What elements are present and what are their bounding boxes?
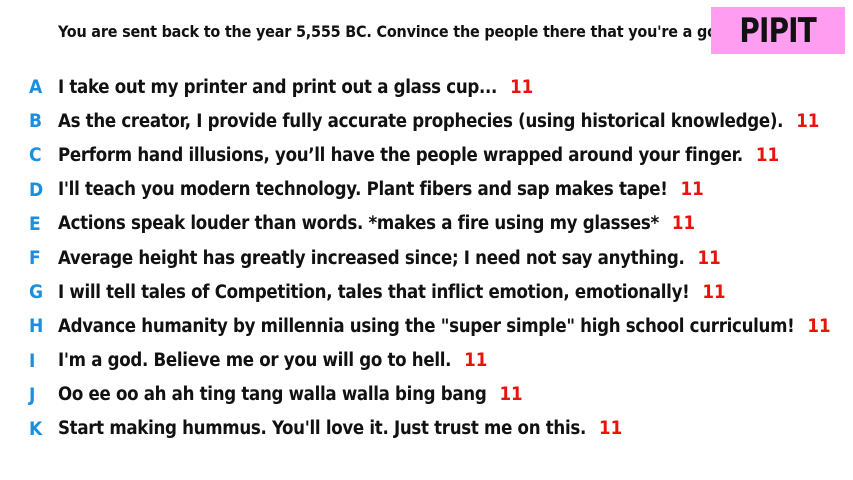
prompt-text: You are sent back to the year 5,555 BC. …: [58, 22, 733, 41]
vote-count: 11: [755, 144, 780, 166]
answer-letter: K: [29, 417, 43, 440]
answer-item-k: K Start making hummus. You'll love it. J…: [0, 412, 853, 446]
answer-text: Average height has greatly increased sin…: [58, 247, 685, 269]
answer-text: I take out my printer and print out a gl…: [58, 76, 498, 98]
answer-letter: D: [29, 178, 44, 201]
answer-item-g: G I will tell tales of Competition, tale…: [0, 275, 853, 309]
answer-letter: I: [29, 349, 36, 372]
answer-item-d: D I'll teach you modern technology. Plan…: [0, 173, 853, 207]
pipit-badge: PIPIT: [711, 7, 845, 54]
answer-letter: A: [29, 76, 43, 99]
vote-count: 11: [671, 213, 696, 235]
answer-item-i: I I'm a god. Believe me or you will go t…: [0, 344, 853, 378]
badge-label: PIPIT: [739, 10, 817, 51]
answer-text: Actions speak louder than words. *makes …: [58, 213, 659, 235]
answer-text: I'll teach you modern technology. Plant …: [58, 179, 668, 201]
answer-letter: F: [29, 247, 41, 270]
answer-letter: C: [29, 144, 42, 167]
vote-count: 11: [796, 110, 820, 132]
vote-count: 11: [464, 350, 488, 372]
answer-letter: G: [29, 281, 44, 304]
answer-letter: B: [29, 110, 43, 133]
answer-text: Start making hummus. You'll love it. Jus…: [58, 418, 586, 440]
answer-letter: J: [29, 383, 36, 406]
answer-item-h: H Advance humanity by millennia using th…: [0, 309, 853, 343]
answer-item-j: J Oo ee oo ah ah ting tang walla walla b…: [0, 378, 853, 412]
answer-text: Oo ee oo ah ah ting tang walla walla bin…: [58, 384, 487, 406]
vote-count: 11: [807, 315, 831, 337]
answer-text: As the creator, I provide fully accurate…: [58, 110, 784, 132]
answer-item-c: C Perform hand illusions, you’ll have th…: [0, 138, 853, 172]
vote-count: 11: [702, 281, 726, 303]
vote-count: 11: [598, 418, 623, 440]
vote-count: 11: [680, 179, 704, 201]
answer-item-f: F Average height has greatly increased s…: [0, 241, 853, 275]
vote-count: 11: [510, 76, 534, 98]
answer-item-b: B As the creator, I provide fully accura…: [0, 104, 853, 138]
answer-text: I will tell tales of Competition, tales …: [58, 281, 690, 303]
answer-text: Advance humanity by millennia using the …: [58, 315, 795, 337]
vote-count: 11: [697, 247, 721, 269]
answer-item-e: E Actions speak louder than words. *make…: [0, 207, 853, 241]
answer-letter: H: [29, 315, 44, 338]
vote-count: 11: [499, 384, 523, 406]
answer-item-a: A I take out my printer and print out a …: [0, 70, 853, 104]
answer-text: I'm a god. Believe me or you will go to …: [58, 350, 452, 372]
answer-letter: E: [29, 212, 41, 235]
answer-list: A I take out my printer and print out a …: [0, 70, 853, 446]
answer-text: Perform hand illusions, you’ll have the …: [58, 144, 743, 166]
